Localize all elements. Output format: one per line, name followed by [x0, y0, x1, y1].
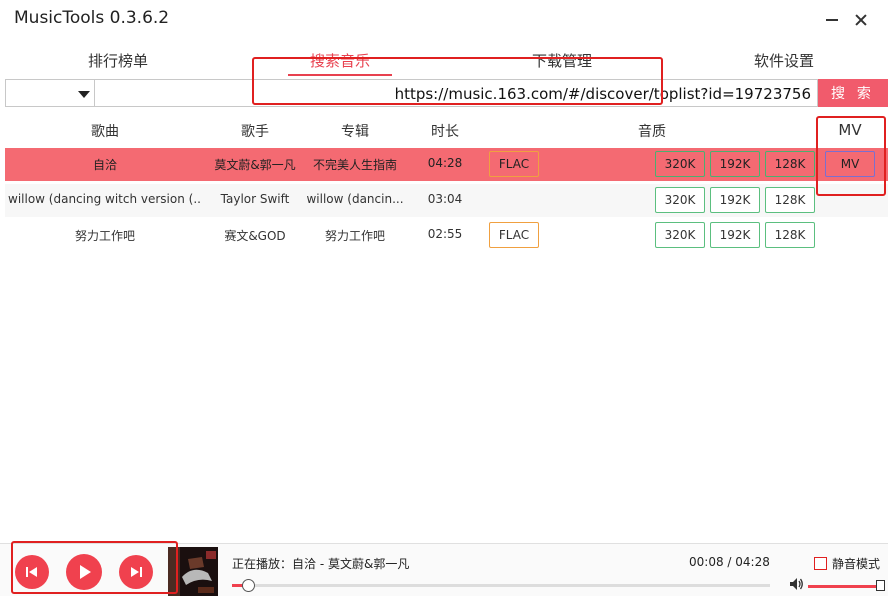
active-tab-indicator — [288, 74, 392, 76]
artist-name: 莫文蔚&郭一凡 — [214, 158, 296, 172]
player-bar: 正在播放：自洽 - 莫文蔚&郭一凡 00:08 / 04:28 静音模式 — [0, 543, 888, 596]
album-cover — [168, 547, 218, 596]
play-icon — [80, 565, 91, 579]
download-192k-button[interactable]: 192K — [710, 151, 760, 177]
chevron-down-icon — [78, 91, 90, 98]
download-192k-button[interactable]: 192K — [710, 187, 760, 213]
column-header-artist: 歌手 — [241, 124, 269, 140]
search-row: https://music.163.com/#/discover/toplist… — [5, 79, 888, 107]
mv-button[interactable]: MV — [825, 151, 875, 177]
tab-charts[interactable]: 排行榜单 — [88, 50, 148, 71]
tab-download-manager[interactable]: 下载管理 — [532, 50, 592, 71]
column-header-album: 专辑 — [341, 124, 369, 140]
flac-download-button[interactable]: FLAC — [489, 222, 539, 248]
close-button[interactable] — [851, 10, 871, 30]
song-title: 努力工作吧 — [74, 229, 135, 243]
artist-name: 赛文&GOD — [224, 229, 286, 243]
table-row[interactable]: 自洽 莫文蔚&郭一凡 不完美人生指南 04:28 FLAC 320K 192K … — [5, 148, 888, 181]
volume-handle[interactable] — [876, 580, 885, 591]
search-button[interactable]: 搜 索 — [818, 79, 888, 107]
table-row[interactable]: 努力工作吧 赛文&GOD 努力工作吧 02:55 FLAC 320K 192K … — [5, 219, 888, 252]
duration: 03:04 — [427, 192, 463, 206]
now-playing-text: 正在播放：自洽 - 莫文蔚&郭一凡 — [232, 557, 410, 571]
song-title: willow (dancing witch version (... — [8, 192, 200, 206]
download-320k-button[interactable]: 320K — [655, 187, 705, 213]
song-title: 自洽 — [92, 158, 117, 172]
album-name: 努力工作吧 — [324, 229, 385, 243]
column-header-duration: 时长 — [431, 124, 459, 140]
album-art-image — [168, 547, 218, 596]
download-128k-button[interactable]: 128K — [765, 222, 815, 248]
progress-handle[interactable] — [242, 579, 256, 592]
artist-name: Taylor Swift — [220, 192, 290, 206]
flac-download-button[interactable]: FLAC — [489, 151, 539, 177]
source-dropdown[interactable] — [5, 79, 95, 107]
table-row[interactable]: willow (dancing witch version (... Taylo… — [5, 184, 888, 217]
skip-previous-icon — [26, 567, 37, 577]
minimize-button[interactable] — [822, 10, 842, 30]
minimize-icon — [826, 19, 838, 21]
tab-search-music[interactable]: 搜索音乐 — [310, 50, 370, 71]
previous-button[interactable] — [15, 555, 49, 589]
download-128k-button[interactable]: 128K — [765, 187, 815, 213]
album-name: 不完美人生指南 — [312, 158, 397, 172]
play-button[interactable] — [66, 554, 102, 590]
table-header: 歌曲 歌手 专辑 时长 音质 MV — [0, 112, 888, 148]
mute-checkbox[interactable] — [814, 557, 827, 570]
skip-next-icon — [131, 567, 142, 577]
search-input[interactable]: https://music.163.com/#/discover/toplist… — [95, 79, 818, 107]
download-320k-button[interactable]: 320K — [655, 222, 705, 248]
column-header-song: 歌曲 — [91, 124, 119, 140]
progress-slider[interactable] — [232, 579, 770, 592]
close-icon — [851, 10, 871, 30]
column-header-quality: 音质 — [638, 124, 666, 140]
volume-slider[interactable] — [808, 585, 880, 588]
download-320k-button[interactable]: 320K — [655, 151, 705, 177]
duration: 02:55 — [427, 227, 463, 241]
tab-settings[interactable]: 软件设置 — [754, 50, 814, 71]
title-bar: MusicTools 0.3.6.2 — [0, 0, 888, 38]
column-header-mv: MV — [838, 121, 862, 139]
mute-label: 静音模式 — [832, 557, 881, 571]
next-button[interactable] — [119, 555, 153, 589]
download-128k-button[interactable]: 128K — [765, 151, 815, 177]
tab-bar: 排行榜单 搜索音乐 下载管理 软件设置 — [0, 44, 888, 76]
playback-time: 00:08 / 04:28 — [689, 555, 770, 569]
app-title: MusicTools 0.3.6.2 — [14, 8, 170, 28]
album-name: willow (dancin... — [306, 192, 404, 206]
download-192k-button[interactable]: 192K — [710, 222, 760, 248]
duration: 04:28 — [427, 156, 463, 170]
volume-icon[interactable] — [788, 576, 804, 592]
